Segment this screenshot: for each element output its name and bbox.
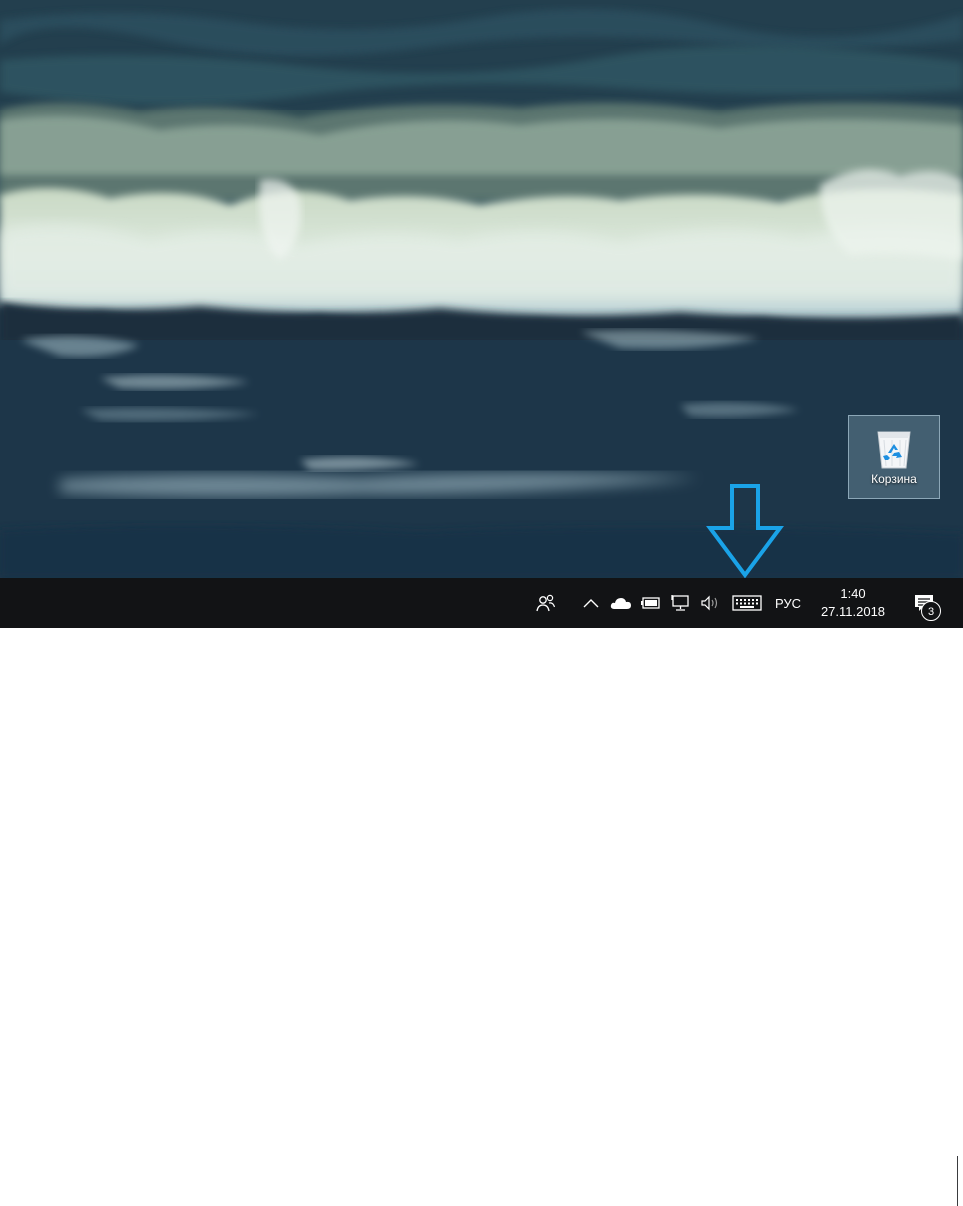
volume-button[interactable]	[697, 578, 723, 628]
cloud-icon	[610, 598, 631, 609]
people-icon	[536, 594, 556, 612]
show-desktop-button[interactable]	[957, 1156, 963, 1206]
battery-button[interactable]	[637, 578, 665, 628]
recycle-bin-label: Корзина	[871, 472, 917, 486]
wallpaper-ocean-waves	[0, 0, 963, 578]
clock-date: 27.11.2018	[820, 604, 886, 619]
clock-time: 1:40	[840, 586, 866, 601]
notification-count-badge: 3	[921, 601, 941, 621]
keyboard-icon	[732, 595, 762, 611]
recycle-bin-icon	[877, 431, 911, 469]
people-button[interactable]	[532, 578, 560, 628]
chevron-up-icon	[583, 599, 599, 608]
network-button[interactable]	[667, 578, 695, 628]
battery-icon	[641, 597, 660, 609]
onedrive-button[interactable]	[606, 578, 636, 628]
clock-button[interactable]: 1:40 27.11.2018	[812, 578, 894, 628]
recycle-bin-desktop-icon[interactable]: Корзина	[848, 415, 940, 499]
input-language-button[interactable]: РУС	[768, 578, 808, 628]
taskbar: РУС 1:40 27.11.2018	[0, 578, 963, 1206]
desktop: Корзина	[0, 0, 963, 578]
speaker-icon	[701, 595, 718, 611]
show-hidden-icons-button[interactable]	[578, 578, 604, 628]
touch-keyboard-button[interactable]	[728, 578, 766, 628]
down-arrow-annotation	[706, 484, 784, 578]
network-icon	[671, 595, 689, 611]
